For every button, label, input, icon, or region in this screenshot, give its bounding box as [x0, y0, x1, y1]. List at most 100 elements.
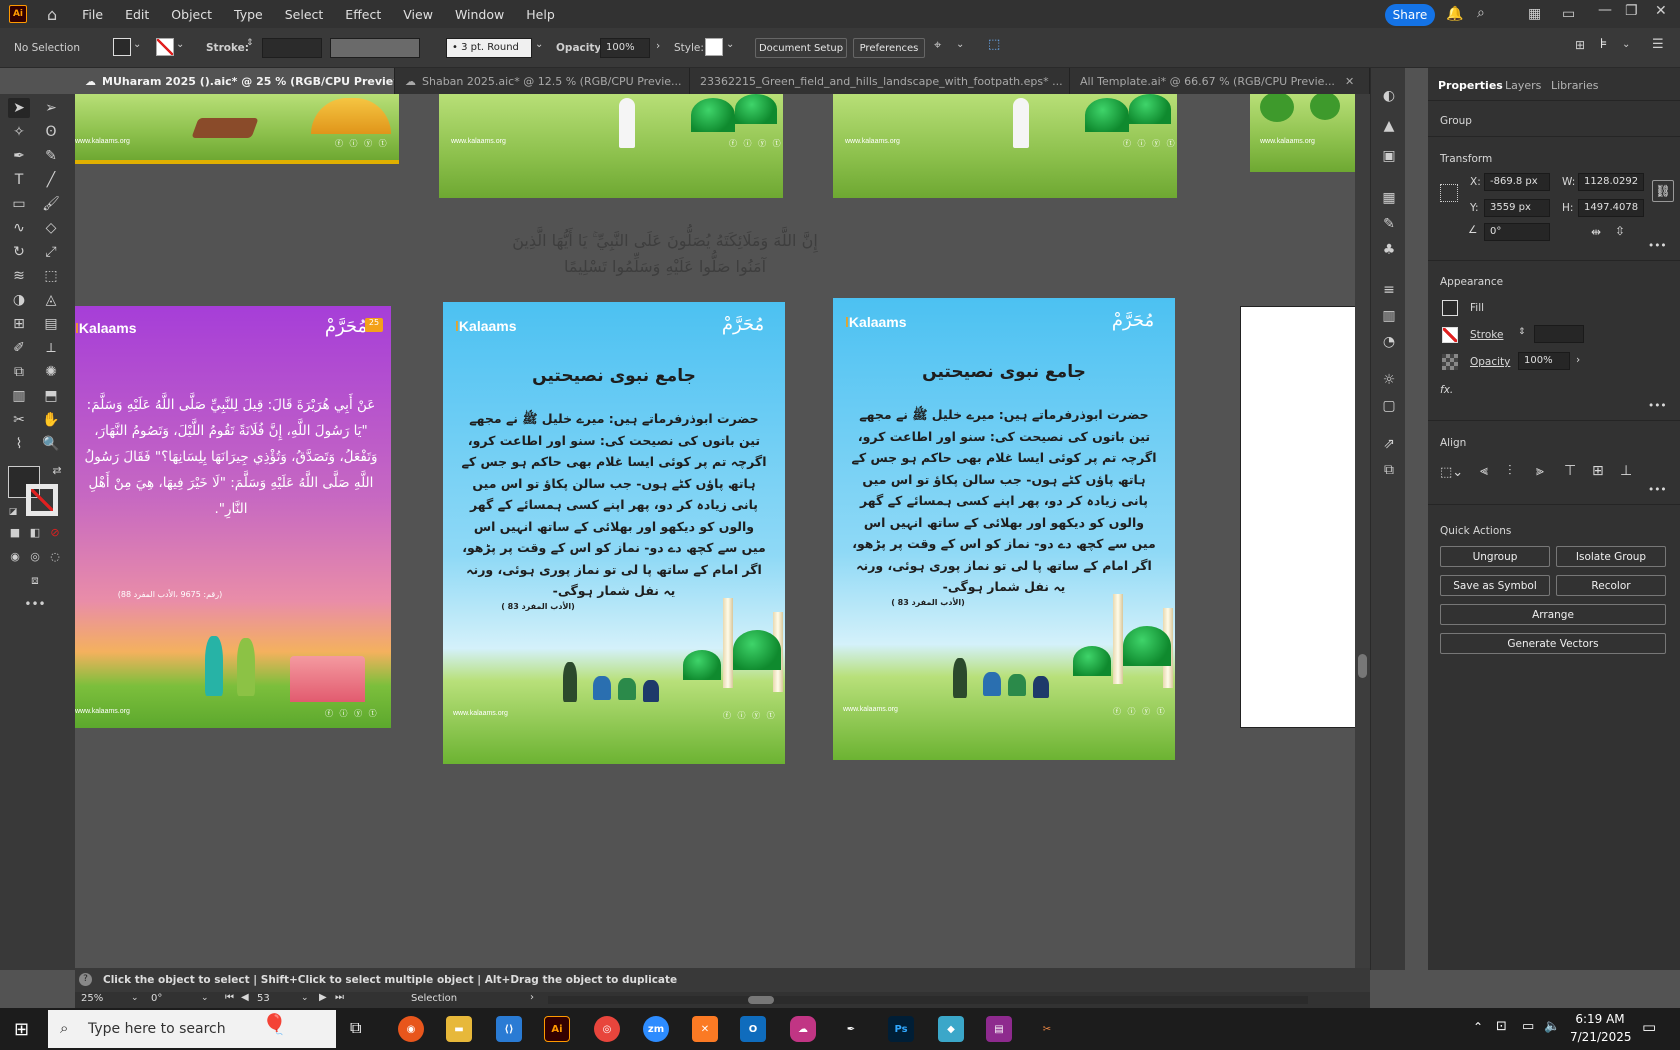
more-tools-icon[interactable]: •••	[24, 594, 46, 614]
shape-builder-icon[interactable]: ◑	[8, 290, 30, 310]
menu-type[interactable]: Type	[234, 7, 263, 22]
magic-wand-icon[interactable]: ✧	[8, 122, 30, 142]
arrange-docs-icon[interactable]: ▭	[1562, 6, 1575, 22]
menu-object[interactable]: Object	[171, 7, 212, 22]
clock-time[interactable]: 6:19 AM	[1570, 1012, 1630, 1026]
stroke-weight-field[interactable]	[262, 38, 322, 58]
chevron-right-icon[interactable]: ›	[1576, 354, 1580, 366]
next-artboard-icon[interactable]: ▶	[319, 992, 327, 1003]
chevron-down-icon[interactable]: ⌄	[535, 39, 543, 50]
app-icon[interactable]: ◆	[938, 1016, 964, 1042]
scrollbar-thumb[interactable]	[748, 996, 774, 1004]
eraser-icon[interactable]: ◇	[40, 218, 62, 238]
curvature-tool-icon[interactable]: ✎	[40, 146, 62, 166]
pen-tool-icon[interactable]: ✒	[8, 146, 30, 166]
chevron-down-icon[interactable]: ⌄	[133, 39, 141, 50]
x-field[interactable]: -869.8 px	[1484, 173, 1550, 191]
type-tool-icon[interactable]: T	[8, 170, 30, 190]
menu-view[interactable]: View	[403, 7, 433, 22]
stroke-stepper-icon[interactable]: ⇕	[1518, 327, 1526, 337]
align-top-icon[interactable]: ⊤	[1564, 463, 1576, 479]
stroke-weight-field[interactable]	[1534, 325, 1584, 343]
zoom-level[interactable]: 25%	[81, 993, 103, 1004]
taskbar-search[interactable]: ⌕ Type here to search	[48, 1010, 336, 1048]
opacity-field[interactable]: 100%	[1518, 352, 1570, 370]
puppet-warp-icon[interactable]: ⬚	[988, 37, 1000, 52]
more-options-icon[interactable]: •••	[1648, 400, 1667, 412]
tab-properties[interactable]: Properties	[1438, 79, 1503, 92]
bell-icon[interactable]: 🔔	[1446, 6, 1463, 22]
artboard-number[interactable]: 53	[257, 993, 270, 1004]
chevron-down-icon[interactable]: ⌄	[131, 993, 139, 1003]
swatches-icon[interactable]: ▦	[1379, 188, 1399, 208]
file-explorer-icon[interactable]: ▬	[446, 1016, 472, 1042]
artboard-top-1[interactable]: www.kalaams.org ⓕ ⓘ ⓨ ⓣ	[75, 94, 399, 164]
paintbrush-icon[interactable]: 🖌	[40, 194, 62, 214]
photoshop-icon[interactable]: Ps	[888, 1016, 914, 1042]
network-icon[interactable]: ⊡	[1496, 1019, 1507, 1034]
menu-file[interactable]: File	[82, 7, 103, 22]
rectangle-tool-icon[interactable]: ▭	[8, 194, 30, 214]
chevron-up-icon[interactable]: ⌃	[1473, 1020, 1483, 1034]
transform-icon[interactable]: ⌖	[934, 38, 941, 53]
graph-tool-icon[interactable]: ▥	[8, 386, 30, 406]
chevron-down-icon[interactable]: ⌄	[176, 39, 184, 50]
h-field[interactable]: 1497.4078	[1578, 199, 1644, 217]
align-right-icon[interactable]: ⫸	[1536, 463, 1544, 479]
vscode-icon[interactable]: ⟨⟩	[496, 1016, 522, 1042]
first-artboard-icon[interactable]: ⏮	[225, 992, 234, 1003]
tab-libraries[interactable]: Libraries	[1551, 79, 1599, 92]
align-to-icon[interactable]: ⬚⌄	[1440, 465, 1463, 480]
gradient-tool-icon[interactable]: ▤	[40, 314, 62, 334]
mesh-tool-icon[interactable]: ⊞	[8, 314, 30, 334]
artboard-tool-icon[interactable]: ⬒	[40, 386, 62, 406]
tab-layers[interactable]: Layers	[1505, 79, 1541, 92]
zoom-app-icon[interactable]: zm	[643, 1016, 669, 1042]
workspace-icon[interactable]: ▦	[1528, 6, 1541, 22]
windows-start-icon[interactable]: ⊞	[14, 1019, 29, 1040]
pen-app-icon[interactable]: ✒	[838, 1016, 864, 1042]
winrar-icon[interactable]: ▤	[986, 1016, 1012, 1042]
menu-edit[interactable]: Edit	[125, 7, 149, 22]
angle-field[interactable]: 0°	[1484, 223, 1550, 241]
chevron-down-icon[interactable]: ⌄	[1622, 39, 1630, 50]
appearance-icon[interactable]: ☼	[1379, 370, 1399, 390]
more-options-icon[interactable]: •••	[1648, 484, 1667, 496]
save-as-symbol-button[interactable]: Save as Symbol	[1440, 575, 1550, 596]
artboard-card-2[interactable]: ǀKalaams مُحَرَّمْ جامع نبوی نصیحتیں حضر…	[443, 302, 785, 764]
measure-tool-icon[interactable]: ⟂	[40, 338, 62, 358]
tab-shaban[interactable]: ☁ Shaban 2025.aic* @ 12.5 % (RGB/CPU Pre…	[395, 68, 690, 94]
help-icon[interactable]: ?	[79, 973, 92, 986]
illustrator-icon[interactable]: Ai	[544, 1016, 570, 1042]
tab-muharam[interactable]: ☁ MUharam 2025 ().aic* @ 25 % (RGB/CPU P…	[75, 68, 395, 94]
style-swatch[interactable]	[705, 38, 723, 56]
link-icon[interactable]: ⛓	[1652, 180, 1674, 202]
notification-icon[interactable]: ▭	[1642, 1018, 1656, 1036]
canvas-area[interactable]: www.kalaams.org ⓕ ⓘ ⓨ ⓣ www.kalaams.org …	[75, 94, 1370, 968]
stroke-panel-icon[interactable]: ≡	[1379, 280, 1399, 300]
recolor-button[interactable]: Recolor	[1556, 575, 1666, 596]
horizontal-scrollbar[interactable]	[548, 996, 1308, 1004]
line-tool-icon[interactable]: ╱	[40, 170, 62, 190]
scrollbar-thumb[interactable]	[1358, 654, 1367, 678]
zoom-tool-icon[interactable]: 🔍	[40, 434, 62, 454]
selection-tool-icon[interactable]: ➤	[8, 98, 30, 118]
stroke-swatch[interactable]	[156, 38, 174, 56]
status-menu-icon[interactable]: ›	[530, 992, 534, 1003]
swap-colors-icon[interactable]: ⇄	[46, 460, 68, 480]
align-center-icon[interactable]: ⫶	[1508, 463, 1512, 479]
rotation-value[interactable]: 0°	[151, 993, 162, 1004]
rotate-tool-icon[interactable]: ↻	[8, 242, 30, 262]
none-mode-icon[interactable]: ⊘	[44, 522, 66, 542]
variable-width-field[interactable]	[330, 38, 420, 58]
artboards-icon[interactable]: ⧉	[1379, 460, 1399, 480]
draw-normal-icon[interactable]: ◉	[4, 546, 26, 566]
screen-mode-icon[interactable]: ⧈	[24, 570, 46, 590]
arrange-button[interactable]: Arrange	[1440, 604, 1666, 625]
prev-artboard-icon[interactable]: ◀	[241, 992, 249, 1003]
generate-vectors-button[interactable]: Generate Vectors	[1440, 633, 1666, 654]
warp-tool-icon[interactable]: ≋	[8, 266, 30, 286]
reference-point-icon[interactable]	[1440, 184, 1458, 202]
gradient-panel-icon[interactable]: ▥	[1379, 306, 1399, 326]
y-field[interactable]: 3559 px	[1484, 199, 1550, 217]
